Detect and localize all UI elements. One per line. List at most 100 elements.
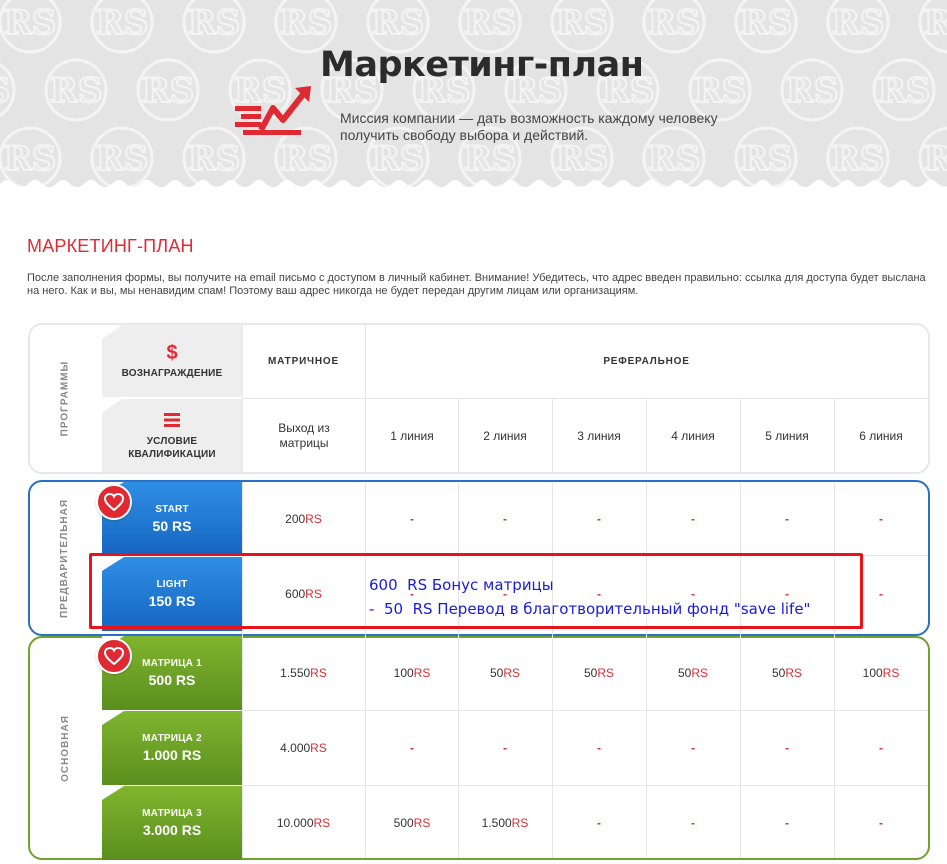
rs-watermark-text: RS <box>556 3 609 43</box>
empty-value: - <box>834 711 928 785</box>
rs-watermark-text: RS <box>372 3 425 43</box>
dash-value: - <box>597 512 601 526</box>
empty-value: - <box>458 711 552 785</box>
reward-amount: 50 <box>583 666 598 680</box>
currency-label: RS <box>305 512 322 526</box>
main-label: ОСНОВНАЯ <box>59 714 71 782</box>
dash-value: - <box>785 816 789 830</box>
heart-icon[interactable] <box>96 484 132 520</box>
rs-watermark-text: RS <box>4 3 57 43</box>
rs-watermark-text: RS <box>878 71 931 111</box>
rs-watermark-text: RS <box>924 3 947 43</box>
rs-watermark-pattern: RSRSRSRSRSRSRSRSRSRSRSRSRSRSRSRSRSRSRSRS… <box>0 0 947 190</box>
rs-watermark-text: RS <box>464 3 517 43</box>
dash-value: - <box>879 587 883 601</box>
empty-value: - <box>740 711 834 785</box>
rs-watermark-text: RS <box>740 3 793 43</box>
programs-label: ПРОГРАММЫ <box>59 360 71 437</box>
empty-value: - <box>552 786 646 860</box>
notice-text: После заполнения формы, вы получите на e… <box>27 272 926 297</box>
dash-value: - <box>879 741 883 755</box>
rs-watermark-text: RS <box>280 3 333 43</box>
line-header: 4 линия <box>671 428 715 443</box>
rs-watermark-text: RS <box>694 71 747 111</box>
banner-wave-edge <box>0 180 947 196</box>
currency-label: RS <box>310 741 327 755</box>
reward-amount: 10.000 <box>276 816 314 830</box>
currency-label: RS <box>310 666 327 680</box>
currency-label: RS <box>413 666 431 680</box>
rs-watermark-text: RS <box>188 3 241 43</box>
reward-value: 500 RS <box>365 786 459 860</box>
empty-value: - <box>740 482 834 556</box>
dash-value: - <box>879 512 883 526</box>
currency-label: RS <box>413 816 431 830</box>
mission-text: Миссия компании — дать возможность каждо… <box>340 110 718 143</box>
currency-label: RS <box>511 816 529 830</box>
dash-value: - <box>785 741 789 755</box>
rs-watermark-text: RS <box>648 3 701 43</box>
heart-icon[interactable] <box>96 638 132 674</box>
currency-label: RS <box>785 666 803 680</box>
dash-value: - <box>785 512 789 526</box>
line-header: 1 линия <box>390 428 434 443</box>
page-title: Маркетинг-план <box>320 45 644 85</box>
empty-value: - <box>646 786 740 860</box>
program-price: 1.000 RS <box>142 747 202 763</box>
program-price: 500 RS <box>148 672 196 688</box>
empty-value: - <box>552 711 646 785</box>
reward-header: $ ВОЗНАГРАЖДЕНИЕ <box>102 325 242 397</box>
line-header: 6 линия <box>859 428 903 443</box>
program-name: МАТРИЦА 3 <box>142 808 202 819</box>
empty-value: - <box>834 786 928 860</box>
dash-value: - <box>597 816 601 830</box>
currency-label: RS <box>882 666 900 680</box>
reward-amount: 4.000 <box>280 741 311 755</box>
reward-value: 50 RS <box>552 636 646 710</box>
reward-amount: 100 <box>862 666 883 680</box>
reward-amount: 50 <box>489 666 504 680</box>
dash-value: - <box>691 741 695 755</box>
empty-value: - <box>365 482 459 556</box>
reward-value: 50 RS <box>740 636 834 710</box>
dash-value: - <box>503 512 507 526</box>
reward-value: 1.550 RS <box>242 636 365 710</box>
reward-value: 10.000 RS <box>242 786 365 860</box>
reward-amount: 1.550 <box>280 666 311 680</box>
currency-label: RS <box>313 816 331 830</box>
dash-value: - <box>879 816 883 830</box>
currency-label: RS <box>597 666 615 680</box>
dash-value: - <box>691 512 695 526</box>
list-icon <box>164 411 180 431</box>
program-price: 3.000 RS <box>142 822 202 838</box>
growth-arrow-icon <box>235 86 311 135</box>
qualification-label: УСЛОВИЕ КВАЛИФИКАЦИИ <box>128 435 216 460</box>
currency-label: RS <box>691 666 709 680</box>
program-name: МАТРИЦА 2 <box>142 733 202 744</box>
line-header: 3 линия <box>577 428 621 443</box>
reward-amount: 500 <box>393 816 414 830</box>
rs-watermark-text: RS <box>142 71 195 111</box>
reward-value: 4.000 RS <box>242 711 365 785</box>
section-title: МАРКЕТИНГ-ПЛАН <box>27 236 194 256</box>
reward-amount: 100 <box>393 666 414 680</box>
dash-value: - <box>597 741 601 755</box>
rs-watermark-text: RS <box>50 71 103 111</box>
reward-amount: 50 <box>771 666 786 680</box>
program-price: 50 RS <box>152 518 192 534</box>
reward-label: ВОЗНАГРАЖДЕНИЕ <box>121 367 223 379</box>
empty-value: - <box>365 711 459 785</box>
referral-column-header: РЕФЕРАЛЬНОЕ <box>603 356 690 367</box>
rs-watermark-text: RS <box>96 3 149 43</box>
line-header: 5 линия <box>765 428 809 443</box>
reward-value: 1.500 RS <box>458 786 552 860</box>
dash-value: - <box>410 512 414 526</box>
empty-value: - <box>646 711 740 785</box>
rs-watermark-text: RS <box>832 3 885 43</box>
empty-value: - <box>458 482 552 556</box>
reward-value: 200 RS <box>242 482 365 556</box>
currency-label: RS <box>503 666 521 680</box>
header-banner: RSRSRSRSRSRSRSRSRSRSRSRSRSRSRSRSRSRSRSRS… <box>0 0 947 196</box>
empty-value: - <box>740 786 834 860</box>
dash-value: - <box>691 816 695 830</box>
